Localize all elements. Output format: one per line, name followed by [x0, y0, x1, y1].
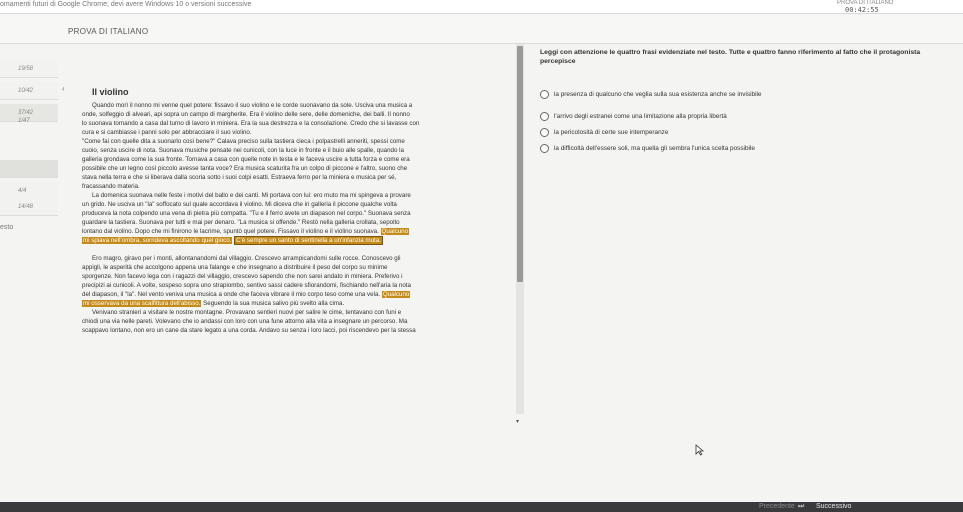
passage-line: stava nella terra e che si liberava dall… [82, 174, 396, 182]
sidebar-item[interactable]: 1/47 [0, 112, 58, 130]
passage-text: stava nella terra e che si liberava dall… [82, 174, 397, 181]
countdown-timer: 00:42:55 [845, 6, 879, 14]
previous-button[interactable]: Precedente [759, 503, 795, 510]
passage-line: del diapason, il "la". Nel vento veniva … [82, 291, 411, 299]
passage-line: un grido. Ne usciva un "la" soffocato su… [82, 201, 397, 209]
passage-line: cuoio, senza uscire di nota. Suonava mus… [82, 147, 404, 155]
passage-line: fracassando materia. [82, 183, 140, 191]
question-text-line: Leggi con attenzione le quattro frasi ev… [540, 49, 921, 56]
passage-text: cuoio, senza uscire di nota. Suonava mus… [82, 147, 404, 154]
passage-line: mi osservava da una scalfittura dell'abi… [82, 300, 344, 308]
question-text-line: percepisce [540, 58, 576, 65]
highlighted-sentence[interactable]: mi spiava nell'ombra, sorrideva ascoltan… [82, 237, 233, 244]
passage-line: cura e si cambiasse i panni solo per abb… [82, 129, 252, 137]
radio-button[interactable] [540, 128, 549, 137]
passage-text: del diapason, il "la". Nel vento veniva … [82, 291, 382, 298]
collapse-arrow-icon[interactable]: ‹ [62, 84, 65, 93]
passage-line: lo suonava tornando a casa dal turno di … [82, 120, 419, 128]
passage-text: Seguendo la sua musica salivo più svelto… [201, 300, 345, 307]
passage-text: Quando morì il nonno mi venne quel poter… [92, 102, 413, 109]
passage-text: appigli, le asperità che accolgono appen… [82, 264, 388, 271]
passage-text: fracassando materia. [82, 183, 140, 190]
sidebar-label: esto [0, 224, 14, 231]
passage-text: un grido. Ne usciva un "la" soffocato su… [82, 201, 397, 208]
passage-line: chiodi una via nelle pareti. Volevano ch… [82, 318, 407, 326]
passage-line: lontano dal violino. Dopo che mi finiron… [82, 228, 410, 236]
passage-line: appigli, le asperità che accolgono appen… [82, 264, 387, 272]
sidebar-item[interactable] [0, 160, 58, 178]
passage-text: produceva la nota colpendo una vena di p… [82, 210, 411, 217]
sidebar-item[interactable]: 19/58 [0, 60, 58, 78]
passage-line: possibile che un legno così piccolo aves… [82, 165, 407, 173]
passage-text: possibile che un legno così piccolo aves… [82, 165, 408, 172]
passage-line: Venivano stranieri a visitare le nostre … [92, 309, 401, 317]
passage-text: chiodi una via nelle pareti. Volevano ch… [82, 318, 408, 325]
passage-text: guardare la tastiera. Suonava per tutti … [82, 219, 400, 226]
radio-button[interactable] [540, 144, 549, 153]
passage-line: guardare la tastiera. Suonava per tutti … [82, 219, 400, 227]
option-label[interactable]: la presenza di qualcuno che veglia sulla… [554, 91, 761, 98]
passage-text: scappavo lontano, non ero un cane da sta… [82, 327, 416, 334]
sidebar-item[interactable]: 10/42 [0, 82, 58, 100]
passage-text: precipizi ai cunicoli. A volte, sospeso … [82, 282, 411, 289]
passage-line: Quando morì il nonno mi venne quel poter… [92, 102, 412, 110]
browser-notice: omamenti futuri di Google Chrome; devi a… [0, 1, 252, 8]
passage-line: scappavo lontano, non ero un cane da sta… [82, 327, 416, 335]
highlighted-sentence[interactable]: Qualcuno [380, 228, 410, 235]
passage-line: galleria grondava come la sua fronte. To… [82, 156, 410, 164]
passage-line: sporgenze. Non facevo lega con i ragazzi… [82, 273, 403, 281]
scroll-down-icon[interactable]: ▾ [516, 418, 519, 425]
passage-scrollbar[interactable] [516, 44, 524, 414]
mouse-cursor-icon [695, 444, 705, 456]
passage-line: precipizi ai cunicoli. A volte, sospeso … [82, 282, 411, 290]
option-label[interactable]: la difficoltà dell'essere soli, ma quell… [554, 145, 755, 152]
radio-button[interactable] [540, 112, 549, 121]
passage-line: produceva la nota colpendo una vena di p… [82, 210, 411, 218]
question-text: Leggi con attenzione le quattro frasi ev… [540, 48, 920, 66]
passage-text: La domenica suonava nelle feste i motivi… [92, 192, 411, 199]
passage-title: Il violino [92, 87, 129, 97]
question-sidebar: 19/58 10/42 37/42 1/47 4/4 14/48 esto [0, 60, 58, 300]
passage-text: lo suonava tornando a casa dal turno di … [82, 120, 420, 127]
passage-text: lontano dal violino. Dopo che mi finiron… [82, 228, 381, 235]
highlighted-sentence[interactable]: Qualcuno [381, 291, 411, 298]
passage-text: Venivano stranieri a visitare le nostre … [92, 309, 402, 316]
highlighted-sentence[interactable]: C'è sempre un santo di sentinella a un'i… [234, 236, 383, 245]
passage-line: onde, solfeggio di alveari, api sopra un… [82, 111, 410, 119]
passage-line: La domenica suonava nelle feste i motivi… [92, 192, 411, 200]
radio-button[interactable] [540, 90, 549, 99]
sub-header: PROVA DI ITALIANO [0, 14, 963, 44]
passage-text: "Come fai con quelle dita a suonarlo cos… [82, 138, 405, 145]
sidebar-item[interactable]: 14/48 [0, 198, 58, 216]
passage-text: Ero magro, giravo per i monti, allontana… [92, 255, 401, 262]
passage-line: mi spiava nell'ombra, sorrideva ascoltan… [82, 236, 383, 245]
scrollbar-thumb[interactable] [517, 46, 523, 282]
top-bar: omamenti futuri di Google Chrome; devi a… [0, 0, 963, 14]
passage-line: Ero magro, giravo per i monti, allontana… [92, 255, 401, 263]
passage-line: "Come fai con quelle dita a suonarlo cos… [82, 138, 405, 146]
next-button[interactable]: Successivo [816, 503, 851, 510]
test-title: PROVA DI ITALIANO [68, 27, 149, 36]
passage-text: cura e si cambiasse i panni solo per abb… [82, 129, 252, 136]
passage-text: galleria grondava come la sua fronte. To… [82, 156, 410, 163]
highlighted-sentence[interactable]: mi osservava da una scalfittura dell'abi… [82, 300, 202, 307]
option-label[interactable]: l'arrivo degli estranei come una limitaz… [554, 113, 727, 120]
passage-text: onde, solfeggio di alveari, api sopra un… [82, 111, 410, 118]
passage-text: sporgenze. Non facevo lega con i ragazzi… [82, 273, 403, 280]
reading-passage: Il violino Quando morì il nonno mi venne… [76, 82, 506, 512]
skip-forward-icon[interactable]: ⏭ [798, 503, 804, 511]
option-label[interactable]: la pericolosità di certe sue intemperanz… [554, 129, 668, 136]
navigation-footer: Precedente ⏭ Successivo [0, 502, 963, 512]
